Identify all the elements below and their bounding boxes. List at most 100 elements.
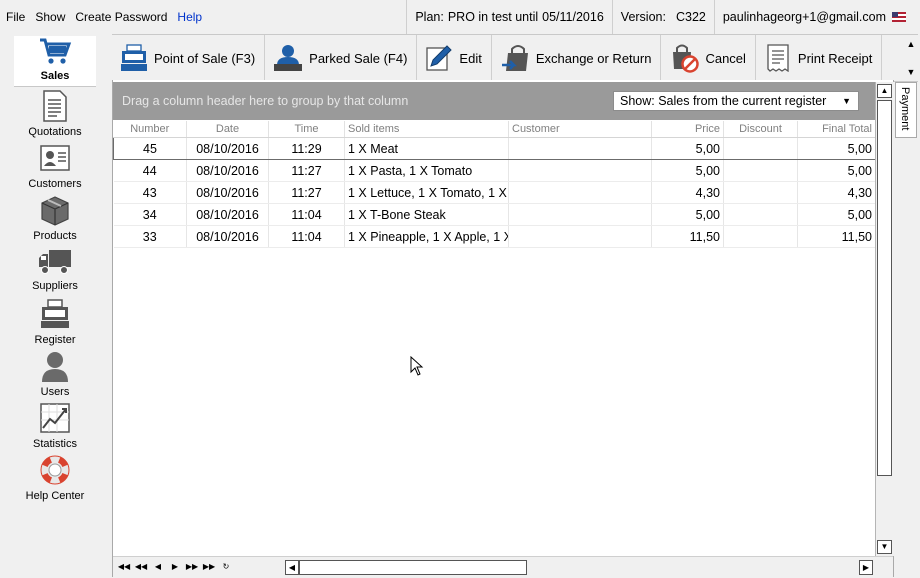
cell-final-total[interactable]: 5,00 <box>797 159 876 182</box>
toolbar-overflow[interactable]: ▲ ▼ <box>904 35 918 81</box>
chevron-down-icon[interactable]: ▼ <box>907 67 916 77</box>
cashier-icon <box>274 45 303 71</box>
cell-final-total[interactable]: 4,30 <box>797 181 876 204</box>
previous-page-icon[interactable]: ◀◀ <box>134 562 148 571</box>
cell-number[interactable]: 45 <box>113 137 187 160</box>
cell-time[interactable]: 11:29 <box>268 137 345 160</box>
cell-sold-items[interactable]: 1 X Pasta, 1 X Tomato <box>344 159 509 182</box>
column-header-number[interactable]: Number <box>113 121 187 138</box>
cell-discount[interactable] <box>723 181 798 204</box>
group-by-hint: Drag a column header here to group by th… <box>122 94 409 108</box>
scroll-thumb[interactable] <box>877 100 892 476</box>
column-header-sold-items[interactable]: Sold items <box>344 121 509 138</box>
cell-date[interactable]: 08/10/2016 <box>186 225 269 248</box>
cell-number[interactable]: 44 <box>113 159 187 182</box>
cell-time[interactable]: 11:27 <box>268 181 345 204</box>
cell-final-total[interactable]: 5,00 <box>797 203 876 226</box>
cell-number[interactable]: 33 <box>113 225 187 248</box>
cell-customer[interactable] <box>508 159 652 182</box>
column-header-final-total[interactable]: Final Total <box>797 121 876 138</box>
parked-sale-button[interactable]: Parked Sale (F4) <box>265 35 418 81</box>
last-page-icon[interactable]: ▶▶ <box>202 562 216 571</box>
sidebar-item-users[interactable]: Users <box>14 350 96 398</box>
cell-date[interactable]: 08/10/2016 <box>186 137 269 160</box>
menu-show[interactable]: Show <box>35 10 65 24</box>
cell-customer[interactable] <box>508 181 652 204</box>
cell-final-total[interactable]: 5,00 <box>797 137 876 160</box>
cell-time[interactable]: 11:27 <box>268 159 345 182</box>
chevron-up-icon[interactable]: ▲ <box>907 39 916 49</box>
plan-date: 05/11/2016 <box>542 10 604 24</box>
sidebar-item-suppliers[interactable]: Suppliers <box>14 246 96 292</box>
cell-discount[interactable] <box>723 225 798 248</box>
menu-create-password[interactable]: Create Password <box>75 10 167 24</box>
table-row[interactable]: 34 08/10/2016 11:04 1 X T-Bone Steak 5,0… <box>113 203 876 226</box>
cell-price[interactable]: 11,50 <box>651 225 724 248</box>
print-receipt-button[interactable]: Print Receipt <box>756 35 883 81</box>
cell-final-total[interactable]: 11,50 <box>797 225 876 248</box>
cell-sold-items[interactable]: 1 X T-Bone Steak <box>344 203 509 226</box>
menu-file[interactable]: File <box>6 10 25 24</box>
cell-sold-items[interactable]: 1 X Lettuce, 1 X Tomato, 1 X <box>344 181 509 204</box>
cell-sold-items[interactable]: 1 X Pineapple, 1 X Apple, 1 X <box>344 225 509 248</box>
first-page-icon[interactable]: ◀◀ <box>117 562 131 571</box>
cell-price[interactable]: 4,30 <box>651 181 724 204</box>
previous-record-icon[interactable]: ◀ <box>151 562 165 571</box>
account-email[interactable]: paulinhageorg+1@gmail.com <box>723 10 886 24</box>
cell-sold-items[interactable]: 1 X Meat <box>344 137 509 160</box>
us-flag-icon[interactable] <box>892 12 906 22</box>
sidebar-item-help-center[interactable]: Help Center <box>14 454 96 502</box>
sidebar-item-sales[interactable]: Sales <box>14 36 96 87</box>
cell-number[interactable]: 34 <box>113 203 187 226</box>
cell-price[interactable]: 5,00 <box>651 137 724 160</box>
refresh-icon[interactable]: ↻ <box>219 562 233 571</box>
cell-time[interactable]: 11:04 <box>268 203 345 226</box>
cell-customer[interactable] <box>508 137 652 160</box>
cell-discount[interactable] <box>723 203 798 226</box>
column-header-time[interactable]: Time <box>268 121 345 138</box>
cell-discount[interactable] <box>723 137 798 160</box>
cancel-label: Cancel <box>705 50 746 66</box>
cell-price[interactable]: 5,00 <box>651 159 724 182</box>
cell-customer[interactable] <box>508 225 652 248</box>
table-row[interactable]: 45 08/10/2016 11:29 1 X Meat 5,00 5,00 <box>113 137 876 160</box>
next-page-icon[interactable]: ▶▶ <box>185 562 199 571</box>
cell-number[interactable]: 43 <box>113 181 187 204</box>
cell-date[interactable]: 08/10/2016 <box>186 159 269 182</box>
cell-discount[interactable] <box>723 159 798 182</box>
next-record-icon[interactable]: ▶ <box>168 562 182 571</box>
scroll-up-arrow-icon[interactable]: ▲ <box>877 84 892 98</box>
table-row[interactable]: 43 08/10/2016 11:27 1 X Lettuce, 1 X Tom… <box>113 181 876 204</box>
horizontal-scroll-thumb[interactable] <box>299 560 527 575</box>
exchange-bag-icon <box>501 45 528 71</box>
group-by-bar[interactable]: Drag a column header here to group by th… <box>113 82 875 120</box>
sidebar-item-quotations[interactable]: Quotations <box>14 90 96 138</box>
sidebar-item-register[interactable]: Register <box>14 298 96 346</box>
point-of-sale-button[interactable]: Point of Sale (F3) <box>112 35 266 81</box>
cancel-button[interactable]: Cancel <box>661 35 756 81</box>
register-filter-dropdown[interactable]: Show: Sales from the current register ▼ <box>613 91 859 111</box>
cell-date[interactable]: 08/10/2016 <box>186 203 269 226</box>
column-header-discount[interactable]: Discount <box>723 121 798 138</box>
table-row[interactable]: 33 08/10/2016 11:04 1 X Pineapple, 1 X A… <box>113 225 876 248</box>
cell-price[interactable]: 5,00 <box>651 203 724 226</box>
scroll-down-arrow-icon[interactable]: ▼ <box>877 540 892 554</box>
column-header-customer[interactable]: Customer <box>508 121 652 138</box>
sidebar-item-statistics[interactable]: Statistics <box>14 402 96 450</box>
scroll-left-arrow-icon[interactable]: ◀ <box>285 560 299 575</box>
cell-customer[interactable] <box>508 203 652 226</box>
scroll-right-arrow-icon[interactable]: ▶ <box>859 560 873 575</box>
sidebar-item-customers[interactable]: Customers <box>14 142 96 190</box>
table-row[interactable]: 44 08/10/2016 11:27 1 X Pasta, 1 X Tomat… <box>113 159 876 182</box>
menu-help[interactable]: Help <box>177 10 202 24</box>
edit-button[interactable]: Edit <box>417 35 492 81</box>
cell-date[interactable]: 08/10/2016 <box>186 181 269 204</box>
vertical-scrollbar[interactable]: ▲ ▼ <box>875 82 894 556</box>
column-header-price[interactable]: Price <box>651 121 724 138</box>
column-header-date[interactable]: Date <box>186 121 269 138</box>
sidebar-item-label: Sales <box>40 70 70 82</box>
payment-side-tab[interactable]: Payment <box>895 82 917 138</box>
sidebar-item-products[interactable]: Products <box>14 194 96 242</box>
exchange-or-return-button[interactable]: Exchange or Return <box>492 35 662 81</box>
cell-time[interactable]: 11:04 <box>268 225 345 248</box>
